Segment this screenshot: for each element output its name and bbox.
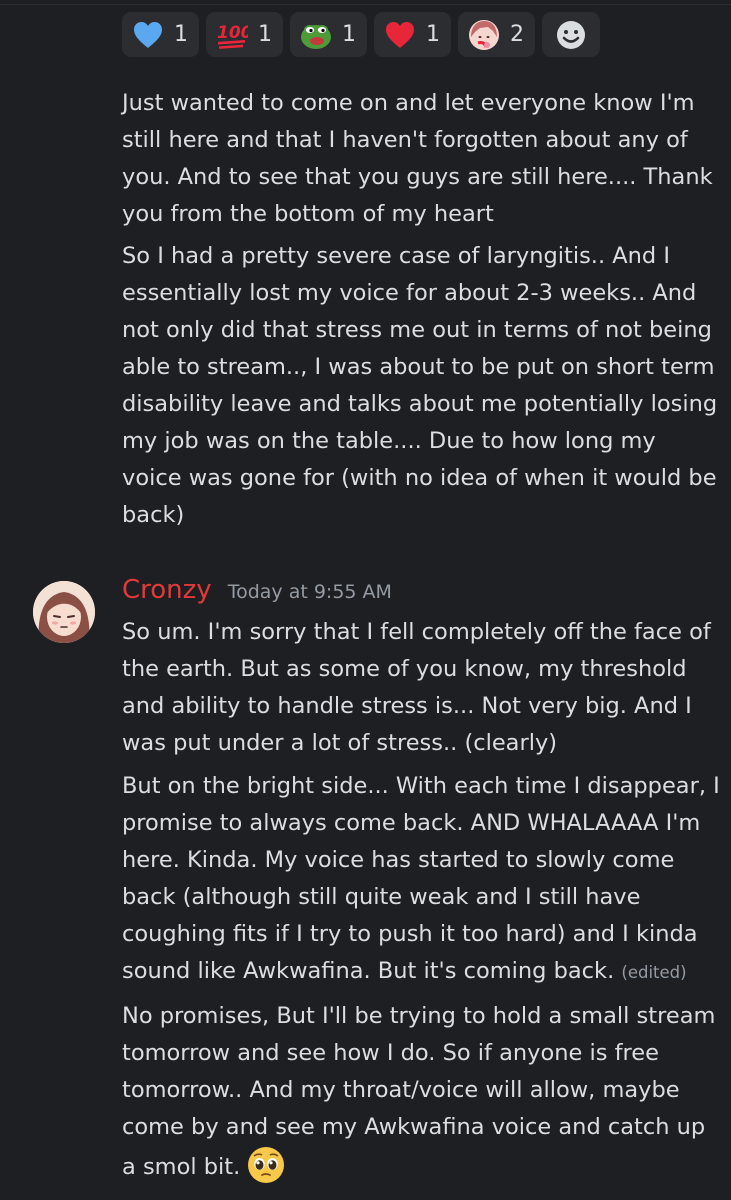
hundred-points-icon: 100	[216, 19, 248, 51]
reaction-count: 1	[174, 22, 188, 47]
username[interactable]: Cronzy	[122, 575, 212, 605]
anime-girl-emote-icon	[468, 19, 500, 51]
message-text: But on the bright side... With each time…	[122, 768, 722, 991]
reaction-count: 1	[258, 22, 272, 47]
svg-text:100: 100	[217, 23, 248, 43]
message-text: So um. I'm sorry that I fell completely …	[122, 619, 711, 756]
reaction-count: 2	[510, 22, 524, 47]
message-text: No promises, But I'll be trying to hold …	[122, 998, 722, 1186]
reaction-count: 1	[342, 22, 356, 47]
red-heart-icon	[384, 19, 416, 51]
blue-heart-icon	[132, 19, 164, 51]
divider	[0, 4, 731, 5]
reaction-red-heart[interactable]: 1	[374, 12, 451, 57]
reaction-count: 1	[426, 22, 440, 47]
add-reaction-icon	[555, 19, 587, 51]
edited-label: (edited)	[621, 963, 687, 982]
reactions-bar: 1 100 1 1	[122, 12, 600, 57]
reaction-hundred[interactable]: 100 1	[206, 12, 283, 57]
reaction-pepe[interactable]: 1	[290, 12, 367, 57]
avatar[interactable]	[33, 581, 95, 643]
reaction-blue-heart[interactable]: 1	[122, 12, 199, 57]
reaction-anime-girl[interactable]: 2	[458, 12, 535, 57]
message-text: Just wanted to come on and let everyone …	[122, 90, 713, 227]
message-header: Cronzy Today at 9:55 AM	[122, 575, 392, 605]
pleading-face-icon	[247, 1146, 285, 1184]
message-text: So I had a pretty severe case of laryngi…	[122, 243, 718, 528]
message-body: No promises, But I'll be trying to hold …	[122, 1003, 716, 1180]
message-body: But on the bright side... With each time…	[122, 773, 720, 984]
timestamp[interactable]: Today at 9:55 AM	[228, 581, 392, 603]
pepe-frog-icon	[300, 19, 332, 51]
add-reaction-button[interactable]	[542, 12, 600, 57]
